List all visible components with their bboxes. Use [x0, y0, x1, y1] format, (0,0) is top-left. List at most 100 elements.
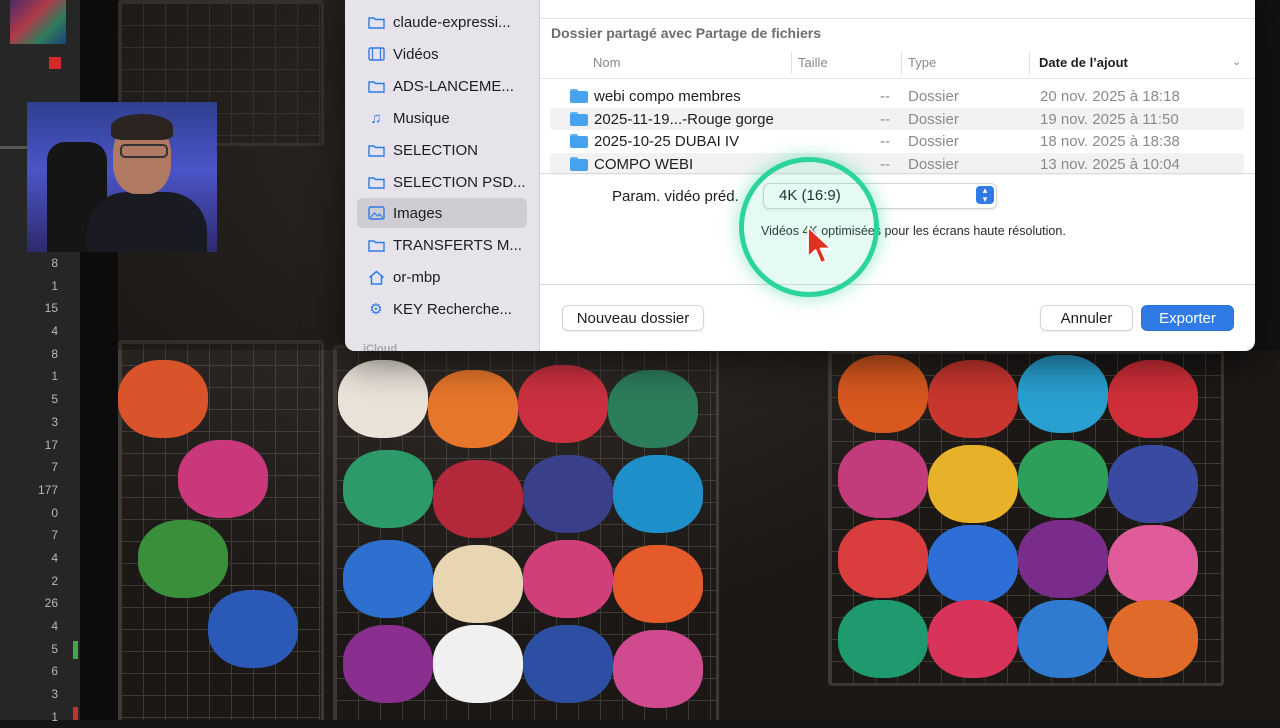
file-name: 2025-11-19...-Rouge gorge [594, 110, 774, 128]
tshirt-ball [343, 450, 433, 528]
column-divider[interactable] [901, 52, 902, 74]
tshirt-ball [928, 445, 1018, 523]
file-type: Dossier [908, 87, 959, 105]
tshirt-ball [1108, 600, 1198, 678]
list-item[interactable]: 2025-10-25 DUBAI IV -- Dossier 18 nov. 2… [550, 130, 1244, 152]
row-number: 5 [51, 641, 58, 656]
sidebar-item-label: Musique [393, 109, 450, 127]
column-header-type[interactable]: Type [908, 55, 936, 70]
sidebar-item-musique[interactable]: ♫ Musique [357, 103, 527, 133]
tshirt-ball [613, 630, 703, 708]
column-header-name[interactable]: Nom [593, 55, 620, 70]
sidebar-item-selection[interactable]: SELECTION [357, 135, 527, 165]
list-item[interactable]: 2025-11-19...-Rouge gorge -- Dossier 19 … [550, 108, 1244, 130]
sidebar-item-label: KEY Recherche... [393, 300, 512, 318]
sidebar-item-images[interactable]: Images [357, 198, 527, 228]
file-type: Dossier [908, 110, 959, 128]
column-headers: Nom Taille Type Date de l’ajout ⌄ [540, 48, 1255, 79]
file-size: -- [880, 132, 890, 150]
row-number: 7 [51, 460, 58, 475]
row-number: 177 [37, 482, 58, 497]
tshirt-ball [343, 625, 433, 703]
row-number: 5 [51, 392, 58, 407]
sidebar-item-selection-psd[interactable]: SELECTION PSD... [357, 167, 527, 197]
sidebar-section-header: iCloud [363, 343, 398, 351]
sidebar-item-label: SELECTION [393, 141, 479, 159]
tshirt-ball [613, 455, 703, 533]
file-name: webi compo membres [594, 87, 741, 105]
row-number: 17 [44, 437, 58, 452]
tshirt-ball [338, 360, 428, 438]
row-number: 1 [51, 278, 58, 293]
tshirt-ball [608, 370, 698, 448]
up-down-chevron-icon[interactable]: ▴ ▾ [976, 186, 994, 204]
file-size: -- [880, 110, 890, 128]
sidebar-item-videos[interactable]: Vidéos [357, 39, 527, 69]
folder-icon [365, 173, 387, 191]
folder-icon [570, 112, 588, 126]
sidebar-item-transferts[interactable]: TRANSFERTS M... [357, 230, 527, 260]
sidebar-item-ads-lancement[interactable]: ADS-LANCEME... [357, 71, 527, 101]
tshirt-ball [838, 355, 928, 433]
file-type: Dossier [908, 132, 959, 150]
column-header-date[interactable]: Date de l’ajout [1039, 55, 1128, 70]
column-header-size[interactable]: Taille [798, 55, 828, 70]
row-number: 0 [51, 505, 58, 520]
dialog-sidebar: claude-expressi... Vidéos ADS-LANCEME...… [345, 0, 540, 351]
cancel-button[interactable]: Annuler [1040, 305, 1133, 331]
sidebar-item-label: TRANSFERTS M... [393, 236, 522, 254]
row-number-column: 8 1 15 4 8 1 5 3 17 7 177 0 7 4 2 26 4 5… [0, 252, 58, 728]
sidebar-item-label: ADS-LANCEME... [393, 77, 514, 95]
record-marker [49, 57, 61, 69]
row-number: 1 [51, 709, 58, 724]
browser-toolbar [540, 0, 1255, 19]
tshirt-ball [118, 360, 208, 438]
file-size: -- [880, 87, 890, 105]
tshirt-ball [1108, 525, 1198, 603]
export-button[interactable]: Exporter [1141, 305, 1234, 331]
new-folder-button[interactable]: Nouveau dossier [562, 305, 704, 331]
tshirt-ball [178, 440, 268, 518]
tshirt-ball [433, 545, 523, 623]
tshirt-ball [838, 520, 928, 598]
webcam-person-glasses [120, 144, 168, 158]
row-number: 6 [51, 664, 58, 679]
home-icon [365, 268, 387, 286]
tshirt-ball [928, 600, 1018, 678]
folder-icon [365, 141, 387, 159]
list-item[interactable]: COMPO WEBI -- Dossier 13 nov. 2025 à 10:… [550, 153, 1244, 175]
track-indicator-red [73, 707, 78, 720]
webcam-overlay [27, 102, 217, 252]
tshirt-ball [433, 625, 523, 703]
row-number: 2 [51, 573, 58, 588]
tshirt-ball [1108, 360, 1198, 438]
tshirt-ball [523, 455, 613, 533]
music-note-icon: ♫ [370, 109, 382, 127]
tshirt-ball [138, 520, 228, 598]
film-icon [365, 45, 387, 63]
webcam-person-hair [111, 114, 173, 140]
dialog-footer: Nouveau dossier Annuler Exporter [540, 284, 1255, 351]
tshirt-ball [1018, 355, 1108, 433]
column-divider[interactable] [1029, 52, 1030, 74]
chevron-down-icon[interactable]: ⌄ [1232, 55, 1241, 68]
tshirt-ball [1018, 440, 1108, 518]
row-number: 15 [44, 301, 58, 316]
tshirt-ball [433, 460, 523, 538]
webcam-person-body [87, 192, 207, 252]
row-number: 3 [51, 687, 58, 702]
sidebar-item-or-mbp[interactable]: or-mbp [357, 262, 527, 292]
tshirt-ball [928, 360, 1018, 438]
tshirt-ball [523, 540, 613, 618]
folder-icon [570, 89, 588, 103]
row-number: 7 [51, 528, 58, 543]
column-divider[interactable] [791, 52, 792, 74]
row-number: 8 [51, 346, 58, 361]
gear-icon: ⚙ [369, 301, 383, 318]
sidebar-item-key-recherche[interactable]: ⚙ KEY Recherche... [357, 294, 527, 324]
row-number: 3 [51, 414, 58, 429]
sidebar-item-claude-expressi[interactable]: claude-expressi... [357, 7, 527, 37]
list-item[interactable]: webi compo membres -- Dossier 20 nov. 20… [550, 85, 1244, 107]
clip-thumbnail[interactable] [10, 0, 66, 44]
tshirt-ball [613, 545, 703, 623]
